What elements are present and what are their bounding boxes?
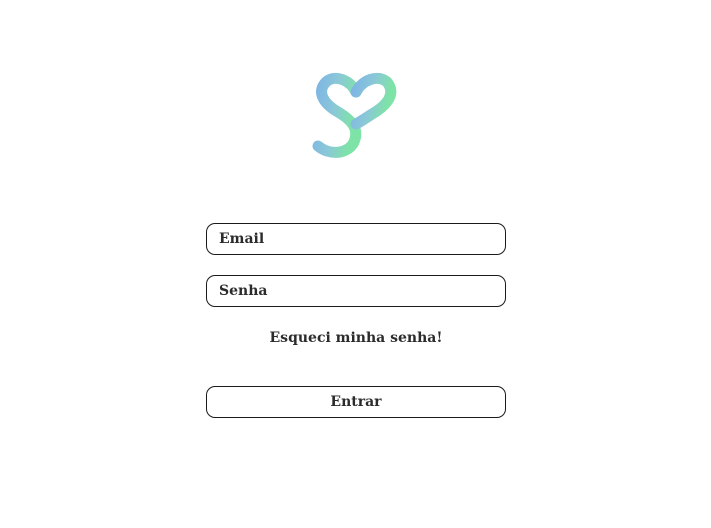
forgot-password-link[interactable]: Esqueci minha senha! (206, 330, 506, 346)
password-input[interactable] (206, 275, 506, 307)
submit-button[interactable]: Entrar (206, 386, 506, 418)
email-input[interactable] (206, 223, 506, 255)
heart-s-logo-icon (310, 66, 400, 166)
